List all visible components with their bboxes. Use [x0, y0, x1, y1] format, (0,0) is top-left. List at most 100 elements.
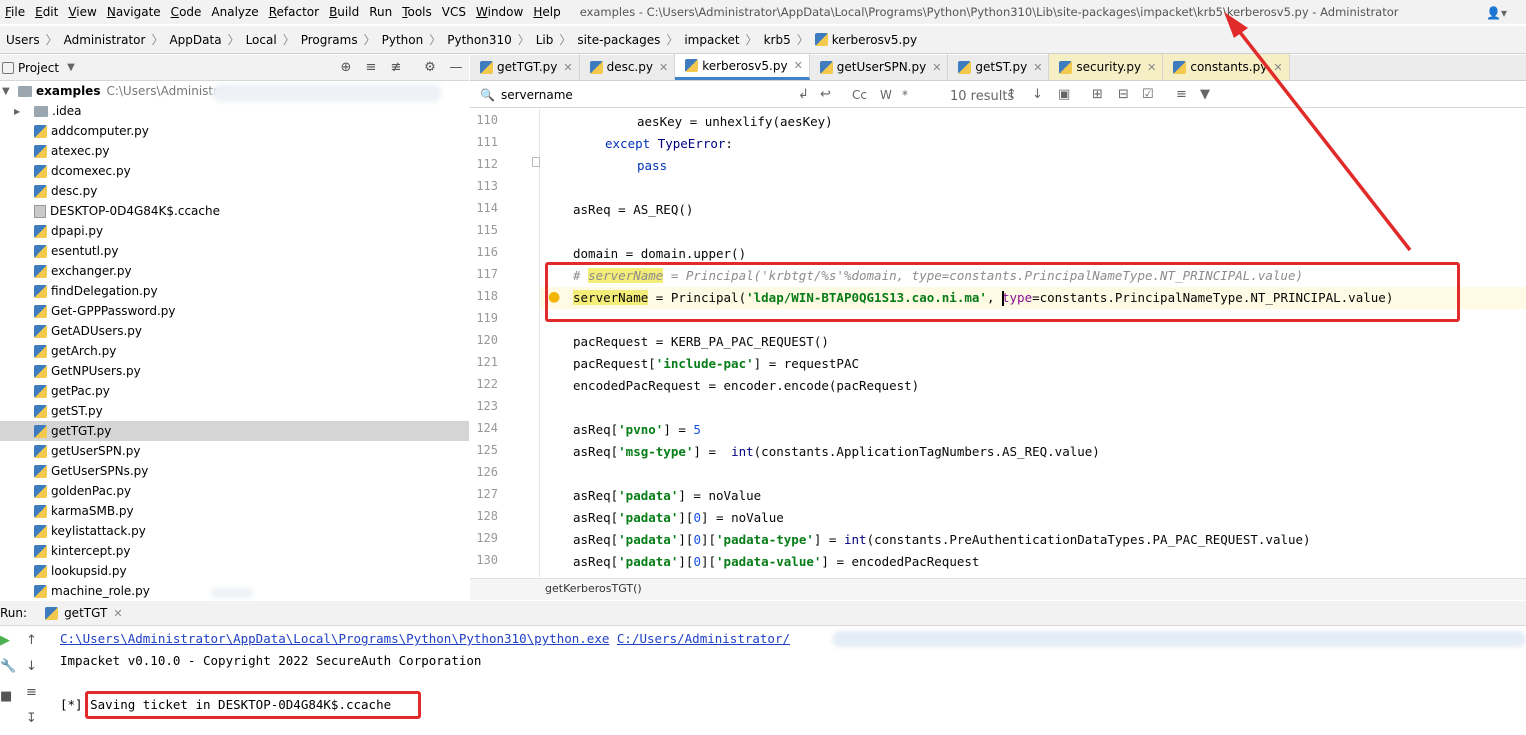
rerun-icon[interactable]: ▶: [0, 633, 10, 648]
expand-all-icon[interactable]: ≡: [363, 60, 379, 76]
locate-file-icon[interactable]: ⊕: [338, 60, 354, 76]
chevron-right-icon[interactable]: ▶: [14, 107, 24, 116]
close-run-tab-icon[interactable]: ✕: [113, 607, 122, 620]
breadcrumb-item[interactable]: Administrator: [64, 33, 146, 47]
open-in-find-window-icon[interactable]: ≡: [1176, 87, 1187, 102]
wrench-icon[interactable]: 🔧: [0, 659, 16, 674]
breadcrumb-item[interactable]: krb5: [764, 33, 791, 47]
next-occurrence-icon[interactable]: ↓: [1032, 87, 1043, 102]
search-input[interactable]: [500, 84, 801, 105]
remove-occurrence-icon[interactable]: ⊟: [1118, 87, 1129, 102]
filter-icon[interactable]: ▼: [1200, 87, 1210, 102]
editor-tab[interactable]: desc.py ✕: [580, 54, 676, 80]
editor-tab[interactable]: getST.py ✕: [948, 54, 1050, 80]
breadcrumb-item[interactable]: Programs: [301, 33, 358, 47]
editor-tab[interactable]: kerberosv5.py ✕: [675, 54, 810, 80]
gear-icon[interactable]: ⚙: [422, 60, 438, 76]
tree-item[interactable]: Get-GPPPassword.py: [0, 301, 469, 321]
tree-item[interactable]: lookupsid.py: [0, 561, 469, 581]
tree-item[interactable]: GetNPUsers.py: [0, 361, 469, 381]
close-tab-icon[interactable]: ✕: [932, 61, 941, 74]
project-view-dropdown-icon[interactable]: ▼: [67, 62, 75, 73]
close-tab-icon[interactable]: ✕: [1273, 61, 1282, 74]
close-tab-icon[interactable]: ✕: [563, 61, 572, 74]
breadcrumb-item[interactable]: kerberosv5.py: [814, 33, 917, 47]
search-icon[interactable]: 🔍: [480, 88, 495, 102]
breadcrumb-item[interactable]: Python: [382, 33, 424, 47]
stop-icon[interactable]: ■: [0, 689, 12, 704]
menu-edit[interactable]: Edit: [30, 1, 63, 23]
tree-item[interactable]: goldenPac.py: [0, 481, 469, 501]
menu-navigate[interactable]: Navigate: [102, 1, 166, 23]
tree-item[interactable]: findDelegation.py: [0, 281, 469, 301]
history-icon[interactable]: ↩: [820, 87, 831, 102]
tree-item[interactable]: GetADUsers.py: [0, 321, 469, 341]
tree-item[interactable]: getUserSPN.py: [0, 441, 469, 461]
tree-item[interactable]: getArch.py: [0, 341, 469, 361]
breadcrumb-item[interactable]: Lib: [536, 33, 554, 47]
menu-help[interactable]: Help: [528, 1, 565, 23]
previous-occurrence-icon[interactable]: ↑: [1006, 87, 1017, 102]
tree-item[interactable]: dcomexec.py: [0, 161, 469, 181]
fold-marker-icon[interactable]: [532, 157, 540, 167]
menu-tools[interactable]: Tools: [397, 1, 437, 23]
menu-build[interactable]: Build: [324, 1, 364, 23]
editor-tab[interactable]: getUserSPN.py ✕: [810, 54, 949, 80]
regex-toggle[interactable]: *: [902, 88, 908, 102]
menu-run[interactable]: Run: [364, 1, 397, 23]
run-tab-gettgt[interactable]: getTGT: [64, 606, 107, 620]
python-exe-link[interactable]: C:\Users\Administrator\AppData\Local\Pro…: [60, 631, 609, 646]
breadcrumb-item[interactable]: Users: [6, 33, 40, 47]
tree-item[interactable]: dpapi.py: [0, 221, 469, 241]
hide-panel-icon[interactable]: —: [448, 60, 464, 76]
tree-item[interactable]: kintercept.py: [0, 541, 469, 561]
script-path-link[interactable]: C:/Users/Administrator/: [617, 631, 790, 646]
whole-words-toggle[interactable]: W: [880, 88, 892, 102]
close-tab-icon[interactable]: ✕: [1033, 61, 1042, 74]
menu-code[interactable]: Code: [166, 1, 207, 23]
code-editor[interactable]: 110 111 112 113 114 115 116 117 118 119 120 121 122 1…: [470, 109, 1526, 577]
tree-item[interactable]: ▶ .idea: [0, 101, 469, 121]
scroll-up-icon[interactable]: ↑: [26, 633, 37, 648]
new-line-icon[interactable]: ↲: [798, 87, 809, 102]
chevron-down-icon[interactable]: ▼: [2, 86, 12, 97]
close-tab-icon[interactable]: ✕: [659, 61, 668, 74]
scroll-to-end-icon[interactable]: ↧: [26, 711, 37, 726]
editor-tab[interactable]: getTGT.py ✕: [470, 54, 580, 80]
close-tab-icon[interactable]: ✕: [794, 59, 803, 72]
add-occurrence-icon[interactable]: ⊞: [1092, 87, 1103, 102]
menu-window[interactable]: Window: [471, 1, 528, 23]
tree-item[interactable]: esentutl.py: [0, 241, 469, 261]
close-tab-icon[interactable]: ✕: [1147, 61, 1156, 74]
run-console[interactable]: ▶ ↑ 🔧 ↓ ■ ≡ ↧ C:\Users\Administrator\App…: [0, 627, 1526, 735]
soft-wrap-icon[interactable]: ≡: [26, 685, 37, 700]
code-structure-breadcrumb[interactable]: getKerberosTGT(): [470, 578, 1526, 600]
menu-vcs[interactable]: VCS: [437, 1, 471, 23]
breadcrumb-item[interactable]: impacket: [684, 33, 739, 47]
project-title[interactable]: Project: [18, 61, 59, 75]
breadcrumb-item[interactable]: Local: [246, 33, 277, 47]
tree-item[interactable]: getST.py: [0, 401, 469, 421]
editor-tab[interactable]: security.py ✕: [1049, 54, 1164, 80]
tree-item[interactable]: atexec.py: [0, 141, 469, 161]
breadcrumb-item[interactable]: Python310: [447, 33, 512, 47]
tree-item[interactable]: getPac.py: [0, 381, 469, 401]
editor-tab[interactable]: constants.py ✕: [1163, 54, 1290, 80]
menu-analyze[interactable]: Analyze: [206, 1, 263, 23]
match-case-toggle[interactable]: Cc: [852, 88, 867, 102]
tree-item[interactable]: exchanger.py: [0, 261, 469, 281]
breadcrumb-item[interactable]: AppData: [169, 33, 221, 47]
tree-item[interactable]: getTGT.py: [0, 421, 469, 441]
tree-item[interactable]: keylistattack.py: [0, 521, 469, 541]
tree-item[interactable]: addcomputer.py: [0, 121, 469, 141]
select-all-occurrences-icon[interactable]: ▣: [1058, 87, 1070, 102]
collapse-all-icon[interactable]: ≢: [388, 60, 404, 76]
menu-refactor[interactable]: Refactor: [264, 1, 324, 23]
menu-view[interactable]: View: [63, 1, 101, 23]
breadcrumb-item[interactable]: site-packages: [577, 33, 660, 47]
tree-item[interactable]: GetUserSPNs.py: [0, 461, 469, 481]
scroll-down-icon[interactable]: ↓: [26, 659, 37, 674]
tree-item[interactable]: DESKTOP-0D4G84K$.ccache: [0, 201, 469, 221]
menu-file[interactable]: File: [0, 1, 30, 23]
tree-item[interactable]: desc.py: [0, 181, 469, 201]
